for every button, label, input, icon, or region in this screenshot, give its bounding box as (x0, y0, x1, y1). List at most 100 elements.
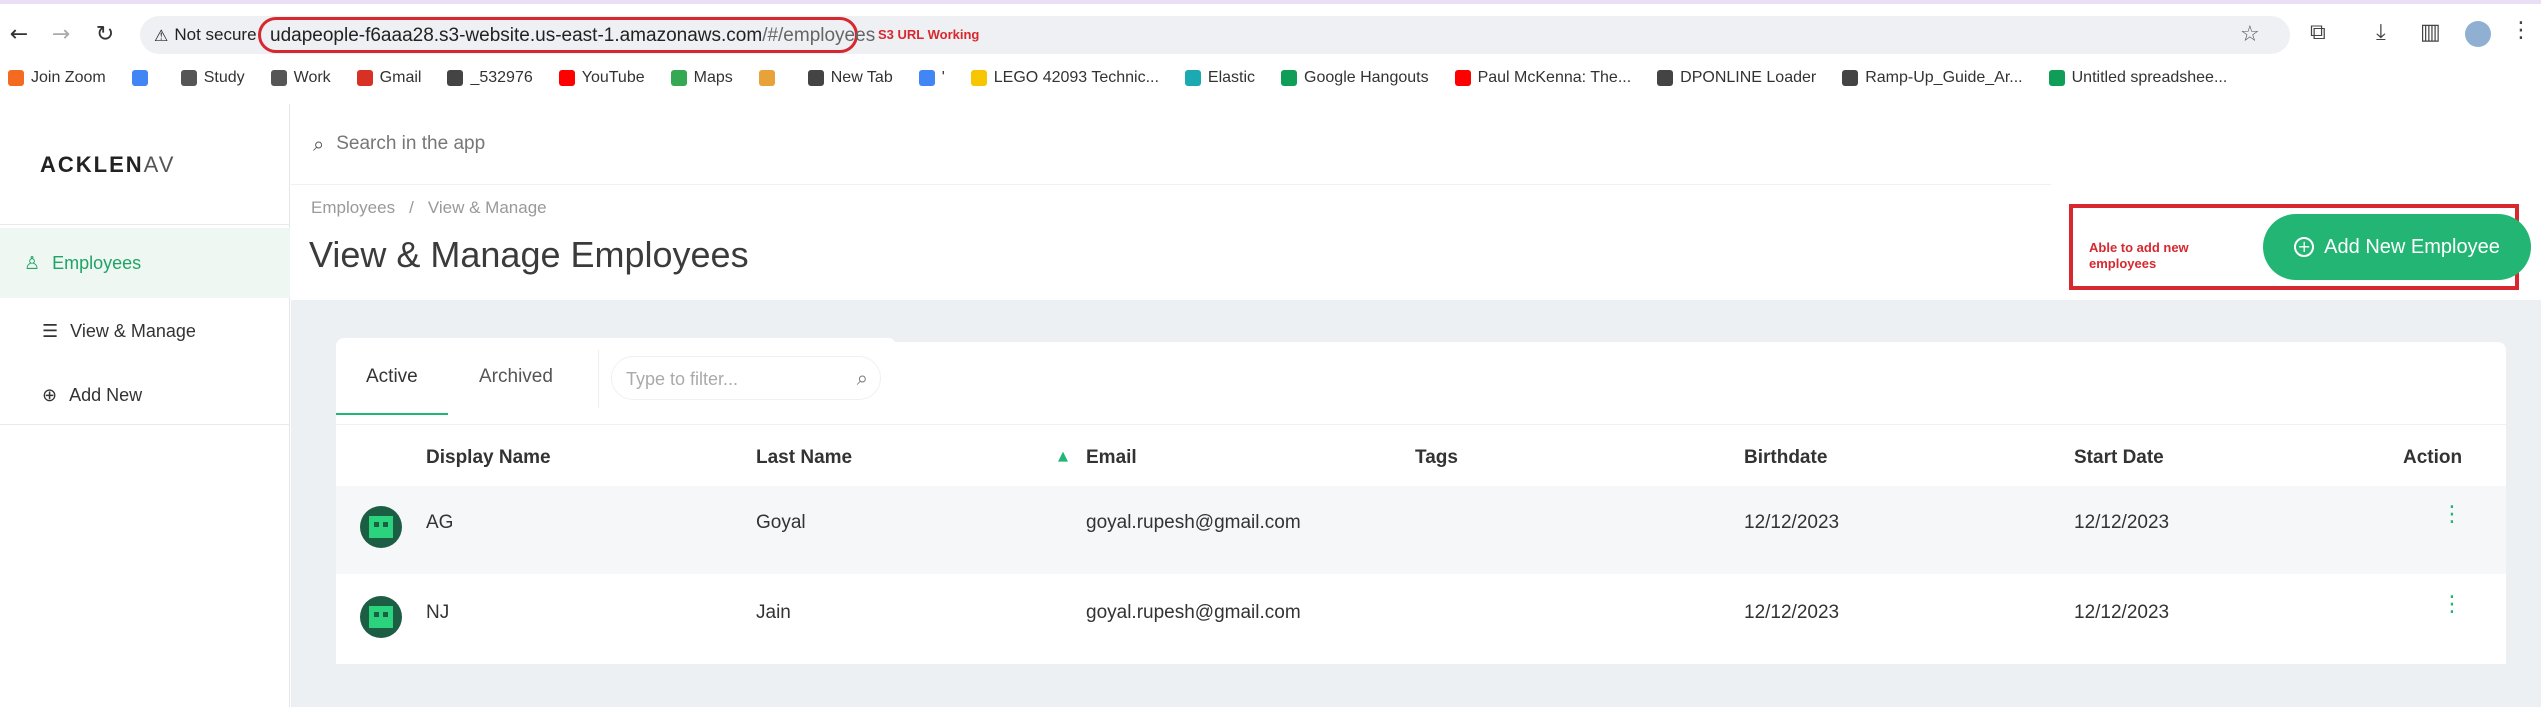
bookmark-item[interactable]: Maps (670, 69, 733, 87)
bookmark-item[interactable]: Study (180, 69, 245, 87)
bookmark-item[interactable]: YouTube (558, 69, 645, 87)
sidebar-item-add-new[interactable]: ⊕ Add New (0, 360, 290, 430)
sidebar: ACKLENAV ♙ Employees ☰ View & Manage ⊕ A… (0, 104, 290, 707)
bookmark-item[interactable] (758, 70, 782, 86)
column-tags[interactable]: Tags (1415, 447, 1458, 469)
main-content: ⌕ Search in the app Employees / View & M… (291, 104, 2541, 707)
bookmark-item[interactable]: ' (918, 69, 945, 87)
url-text[interactable]: udapeople-f6aaa28.s3-website.us-east-1.a… (270, 25, 875, 47)
download-icon[interactable]: ⤓ (2376, 20, 2386, 45)
bookmark-label: Study (203, 69, 245, 86)
bookmark-item[interactable]: DPONLINE Loader (1657, 69, 1816, 87)
app-logo[interactable]: ACKLENAV (40, 152, 175, 178)
table-row[interactable]: AG Goyal goyal.rupesh@gmail.com 12/12/20… (336, 486, 2506, 574)
bookmark-item[interactable]: Google Hangouts (1281, 69, 1429, 87)
tab-archived[interactable]: Archived (479, 366, 553, 388)
search-input[interactable]: Search in the app (336, 133, 485, 155)
cell-email: goyal.rupesh@gmail.com (1086, 512, 1301, 533)
elastic-icon (1184, 70, 1201, 86)
page-title: View & Manage Employees (309, 234, 749, 275)
forward-button[interactable]: → (48, 22, 74, 48)
breadcrumb-separator: / (409, 198, 414, 217)
bookmark-item[interactable]: Elastic (1184, 69, 1256, 87)
bookmark-label: LEGO 42093 Technic... (993, 69, 1159, 86)
active-tab-indicator (336, 413, 448, 415)
bookmark-star-icon[interactable]: ☆ (2240, 22, 2260, 47)
side-panel-icon[interactable]: ▥ (2420, 20, 2441, 45)
bookmark-item[interactable]: Join Zoom (8, 69, 106, 87)
bookmark-label: Gmail (379, 69, 422, 86)
google-icon (918, 70, 935, 86)
bookmark-label: Elastic (1207, 69, 1256, 86)
bookmark-label: Work (293, 69, 331, 86)
header-divider (291, 184, 2051, 185)
breadcrumb-view-manage: View & Manage (427, 198, 547, 217)
bookmark-label: Ramp-Up_Guide_Ar... (1865, 69, 2023, 86)
cell-last-name: Goyal (756, 512, 806, 533)
sort-ascending-icon[interactable]: ▲ (1058, 449, 1068, 464)
tab-active[interactable]: Active (366, 366, 418, 388)
row-actions-menu-icon[interactable]: ⋮ (2441, 594, 2463, 616)
bookmark-item[interactable]: Ramp-Up_Guide_Ar... (1842, 69, 2023, 87)
bookmark-item[interactable]: LEGO 42093 Technic... (970, 69, 1159, 87)
bookmark-item[interactable]: Untitled spreadshee... (2048, 69, 2227, 87)
bookmark-label: New Tab (830, 69, 893, 86)
profile-avatar[interactable] (2465, 21, 2491, 47)
cell-start-date: 12/12/2023 (2074, 512, 2170, 533)
bookmark-item[interactable]: Work (270, 69, 331, 87)
column-last-name[interactable]: Last Name (756, 447, 852, 469)
bookmark-item[interactable]: Paul McKenna: The... (1454, 69, 1631, 87)
extensions-icon[interactable]: ⧉ (2310, 20, 2326, 45)
folder-icon (270, 70, 287, 86)
url-annotation-note: S3 URL Working (878, 27, 980, 42)
search-icon: ⌕ (313, 132, 325, 156)
app-search[interactable]: ⌕ Search in the app (313, 118, 2073, 170)
browser-toolbar: ← → ↻ ⚠ Not secure udapeople-f6aaa28.s3-… (0, 0, 2541, 60)
globe-icon (1657, 70, 1674, 86)
filter-box: Type to filter... ⌕ (598, 350, 888, 408)
app-icon (758, 70, 775, 86)
row-actions-menu-icon[interactable]: ⋮ (2441, 504, 2463, 526)
sidebar-item-employees[interactable]: ♙ Employees (0, 228, 290, 298)
list-icon: ☰ (42, 320, 59, 342)
column-start-date[interactable]: Start Date (2074, 447, 2164, 469)
bookmark-item[interactable]: _532976 (447, 69, 533, 87)
lego-icon (970, 70, 987, 86)
table-row[interactable]: NJ Jain goyal.rupesh@gmail.com 12/12/202… (336, 576, 2506, 664)
add-employee-annotation: Able to add new employees + Add New Empl… (2069, 204, 2531, 290)
sidebar-item-view-manage[interactable]: ☰ View & Manage (0, 296, 290, 366)
bookmark-label: DPONLINE Loader (1680, 69, 1817, 86)
plus-circle-icon: ⊕ (42, 384, 58, 406)
breadcrumb-employees[interactable]: Employees (311, 198, 395, 218)
filter-input[interactable]: Type to filter... ⌕ (611, 356, 881, 400)
hangouts-icon (1281, 70, 1298, 86)
bookmark-item[interactable]: Gmail (356, 69, 422, 87)
bookmark-item[interactable]: New Tab (807, 69, 893, 87)
tab-bar: Active Archived Type to filter... ⌕ (336, 338, 896, 418)
security-indicator[interactable]: ⚠ Not secure (154, 25, 257, 45)
column-display-name[interactable]: Display Name (426, 447, 551, 469)
breadcrumb: Employees / View & Manage (311, 198, 547, 218)
plus-circle-icon: + (2294, 237, 2315, 257)
cell-display-name: AG (426, 512, 454, 533)
column-email[interactable]: Email (1086, 447, 1137, 469)
globe-icon (807, 70, 824, 86)
maps-icon (670, 70, 687, 86)
add-new-employee-button[interactable]: + Add New Employee (2263, 214, 2531, 280)
cell-email: goyal.rupesh@gmail.com (1086, 602, 1301, 623)
cell-last-name: Jain (756, 602, 791, 623)
reload-button[interactable]: ↻ (92, 22, 118, 48)
browser-menu-icon[interactable]: ⋮ (2510, 18, 2532, 43)
cell-start-date: 12/12/2023 (2074, 602, 2170, 623)
search-icon: ⌕ (856, 366, 868, 390)
avatar (360, 506, 402, 548)
table-header: Display Name Last Name ▲ Email Tags Birt… (336, 424, 2506, 486)
bookmark-label: Maps (693, 69, 733, 86)
folder-icon (180, 70, 197, 86)
column-birthdate[interactable]: Birthdate (1744, 447, 1827, 469)
back-button[interactable]: ← (6, 22, 32, 48)
bookmark-item[interactable] (131, 70, 155, 86)
address-bar[interactable]: ⚠ Not secure udapeople-f6aaa28.s3-websit… (140, 16, 2290, 54)
cell-birthdate: 12/12/2023 (1744, 602, 1840, 623)
sheets-icon (2048, 70, 2065, 86)
